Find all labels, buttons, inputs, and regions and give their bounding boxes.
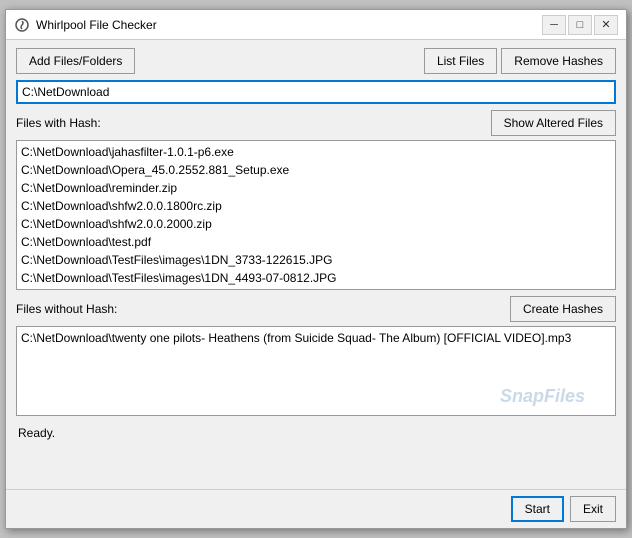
app-icon <box>14 17 30 33</box>
create-hashes-button[interactable]: Create Hashes <box>510 296 616 322</box>
list-item: C:\NetDownload\twenty one pilots- Heathe… <box>21 329 611 347</box>
window-controls: ─ □ ✕ <box>542 15 618 35</box>
files-with-hash-label: Files with Hash: <box>16 116 101 130</box>
bottom-bar: Start Exit <box>6 489 626 528</box>
exit-button[interactable]: Exit <box>570 496 616 522</box>
list-item: C:\NetDownload\jahasfilter-1.0.1-p6.exe <box>21 143 611 161</box>
list-item: C:\NetDownload\TestFiles\images\1DN_3733… <box>21 251 611 269</box>
content-area: Add Files/Folders List Files Remove Hash… <box>6 40 626 489</box>
status-text: Ready. <box>18 426 55 440</box>
title-bar: Whirlpool File Checker ─ □ ✕ <box>6 10 626 40</box>
files-without-hash-section: Files without Hash: Create Hashes C:\Net… <box>16 296 616 416</box>
files-without-hash-header: Files without Hash: Create Hashes <box>16 296 616 322</box>
main-window: Whirlpool File Checker ─ □ ✕ Add Files/F… <box>5 9 627 529</box>
minimize-button[interactable]: ─ <box>542 15 566 35</box>
close-button[interactable]: ✕ <box>594 15 618 35</box>
files-with-hash-section: Files with Hash: Show Altered Files C:\N… <box>16 110 616 290</box>
list-item: C:\NetDownload\shfw2.0.0.2000.zip <box>21 215 611 233</box>
remove-hashes-button[interactable]: Remove Hashes <box>501 48 616 74</box>
list-item: C:\NetDownload\reminder.zip <box>21 179 611 197</box>
list-item: C:\NetDownload\TestFiles\images\1DN_4814… <box>21 287 611 290</box>
files-without-hash-list[interactable]: C:\NetDownload\twenty one pilots- Heathe… <box>16 326 616 416</box>
window-title: Whirlpool File Checker <box>36 18 542 32</box>
show-altered-button[interactable]: Show Altered Files <box>491 110 616 136</box>
toolbar-right: List Files Remove Hashes <box>424 48 616 74</box>
list-item: C:\NetDownload\Opera_45.0.2552.881_Setup… <box>21 161 611 179</box>
list-item: C:\NetDownload\shfw2.0.0.1800rc.zip <box>21 197 611 215</box>
watermark: SnapFiles <box>500 386 585 407</box>
add-files-button[interactable]: Add Files/Folders <box>16 48 135 74</box>
files-without-hash-label: Files without Hash: <box>16 302 117 316</box>
list-files-button[interactable]: List Files <box>424 48 497 74</box>
maximize-button[interactable]: □ <box>568 15 592 35</box>
main-toolbar: Add Files/Folders List Files Remove Hash… <box>16 48 616 74</box>
files-with-hash-list[interactable]: C:\NetDownload\jahasfilter-1.0.1-p6.exeC… <box>16 140 616 290</box>
list-item: C:\NetDownload\test.pdf <box>21 233 611 251</box>
start-button[interactable]: Start <box>511 496 564 522</box>
path-input[interactable] <box>16 80 616 104</box>
status-bar: Ready. <box>16 422 616 444</box>
list-item: C:\NetDownload\TestFiles\images\1DN_4493… <box>21 269 611 287</box>
files-with-hash-header: Files with Hash: Show Altered Files <box>16 110 616 136</box>
